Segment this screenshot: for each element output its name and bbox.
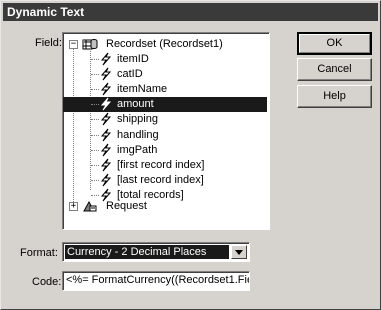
tree-connector [91, 104, 99, 105]
format-select[interactable]: Currency - 2 Decimal Places [62, 242, 250, 262]
tree-item-recordset[interactable]: Recordset (Recordset1) [106, 37, 223, 52]
field-label-text: itemName [117, 83, 168, 95]
tree-item-field[interactable]: amount [117, 97, 154, 112]
request-icon [83, 200, 97, 212]
field-label-text: catID [117, 68, 143, 80]
collapse-expander[interactable]: − [69, 40, 78, 49]
ok-button[interactable]: OK [297, 32, 372, 55]
tree-connector [91, 89, 99, 90]
field-label-text: amount [117, 98, 154, 110]
tree-item-field[interactable]: catID [117, 67, 143, 82]
tree-item-field[interactable]: handling [117, 128, 159, 143]
tree-item-field[interactable]: imgPath [117, 143, 157, 158]
help-button[interactable]: Help [297, 85, 372, 108]
dropdown-button[interactable] [231, 245, 247, 259]
format-label: Format: [20, 247, 58, 259]
tree-item-field[interactable]: itemName [117, 82, 167, 97]
field-label-text: [last record index] [117, 174, 204, 186]
tree-connector [91, 59, 99, 60]
lightning-bolt-icon [100, 128, 112, 142]
lightning-bolt-icon [100, 97, 112, 111]
lightning-bolt-icon [100, 52, 112, 66]
cancel-button-label: Cancel [317, 63, 352, 75]
recordset-icon [82, 39, 98, 50]
tree-connector [90, 51, 91, 190]
tree-connector [91, 180, 99, 181]
tree-connector [91, 135, 99, 136]
tree-item-field[interactable]: [first record index] [117, 158, 204, 173]
tree-connector [91, 74, 99, 75]
tree-connector [73, 49, 74, 202]
tree-item-field[interactable]: [last record index] [117, 173, 204, 188]
field-label-text: handling [117, 129, 159, 141]
tree-connector [91, 165, 99, 166]
tree-item-request[interactable]: Request [106, 199, 147, 214]
lightning-bolt-icon [100, 158, 112, 172]
field-tree[interactable]: − Recordset (Recordset1) itemID catID item… [62, 32, 270, 230]
field-label-text: imgPath [117, 144, 158, 156]
field-label: Field: [35, 37, 62, 49]
field-label-text: shipping [117, 113, 158, 125]
recordset-label: Recordset (Recordset1) [106, 38, 223, 50]
field-label-text: itemID [117, 53, 149, 65]
lightning-bolt-icon [100, 67, 112, 81]
field-label-text: [first record index] [117, 159, 205, 171]
title-bar[interactable]: Dynamic Text [3, 3, 378, 21]
tree-connector [91, 150, 99, 151]
code-field[interactable]: <%= FormatCurrency((Recordset1.Fields.I [62, 271, 250, 291]
lightning-bolt-icon [100, 173, 112, 187]
code-label: Code: [32, 276, 62, 288]
ok-button-label: OK [326, 37, 343, 49]
chevron-down-icon [235, 250, 243, 255]
tree-item-field[interactable]: shipping [117, 112, 158, 127]
format-select-value: Currency - 2 Decimal Places [65, 245, 229, 259]
dynamic-text-dialog: Dynamic Text Field: − Recordset (Records… [0, 0, 381, 310]
request-label: Request [106, 200, 147, 212]
expand-expander[interactable]: + [69, 202, 78, 211]
cancel-button[interactable]: Cancel [297, 58, 372, 81]
tree-connector [91, 119, 99, 120]
help-button-label: Help [323, 90, 346, 102]
tree-item-field[interactable]: itemID [117, 52, 149, 67]
lightning-bolt-icon [100, 143, 112, 157]
lightning-bolt-icon [100, 112, 112, 126]
dialog-title: Dynamic Text [7, 5, 85, 19]
tree-connector [91, 195, 99, 196]
lightning-bolt-icon [100, 82, 112, 96]
